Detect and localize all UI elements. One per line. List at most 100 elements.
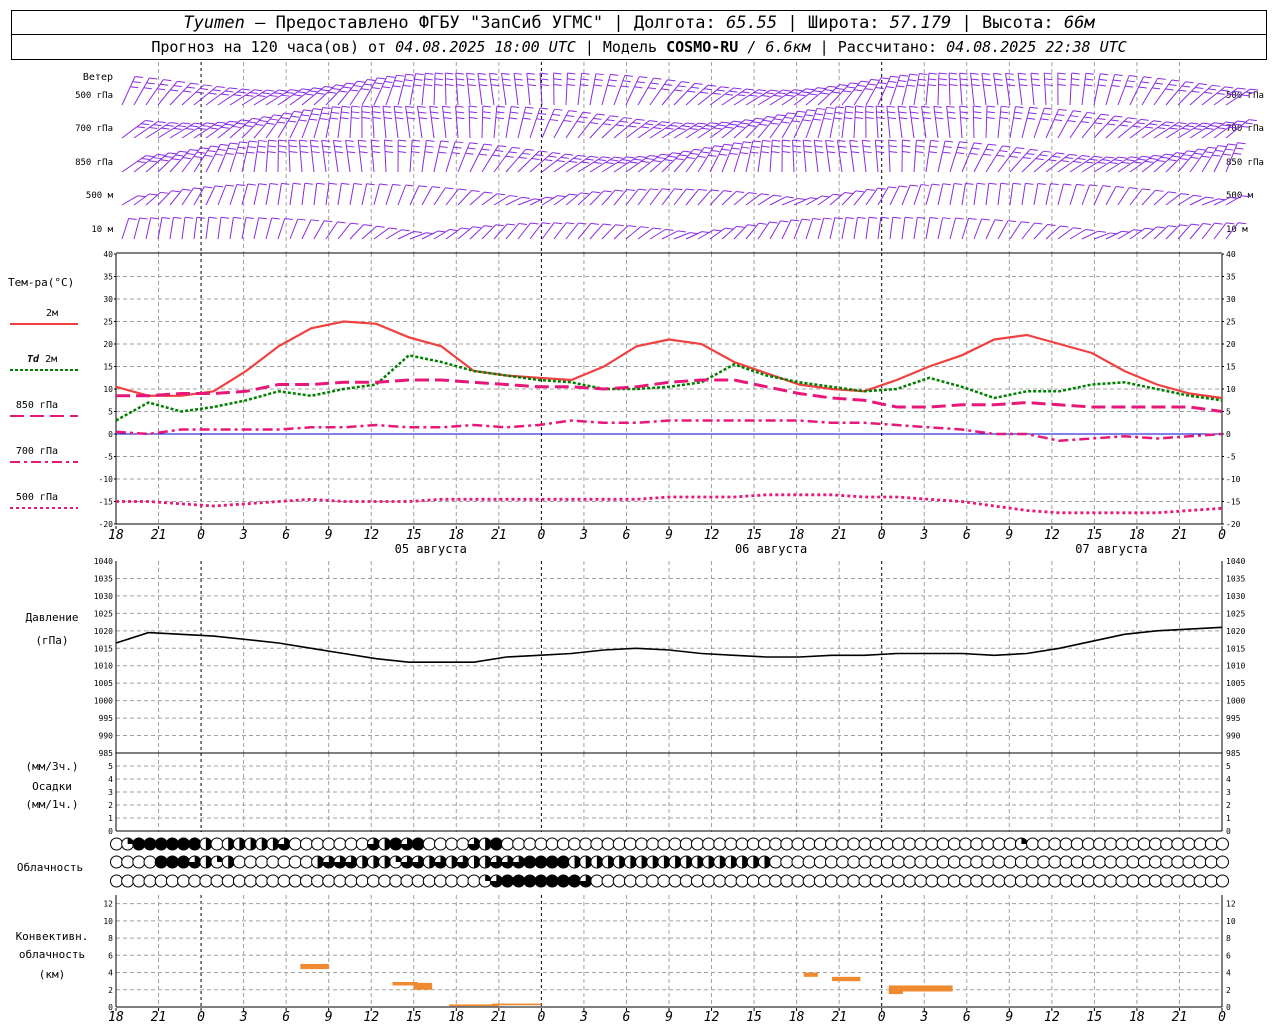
cloud-cell-fill: [501, 875, 514, 887]
wind-barb-feather: [471, 189, 480, 192]
wind-barb-feather: [328, 182, 338, 185]
wind-barb-feather: [823, 217, 832, 220]
temp-tick-right: 35: [1226, 273, 1236, 282]
cloud-cell: [992, 837, 1006, 851]
wind-barb-feather: [628, 125, 637, 128]
wind-barb-feather: [1114, 115, 1123, 118]
wind-barb-feather: [229, 120, 238, 123]
wind-barb: [145, 217, 152, 240]
wind-barb-feather: [857, 84, 866, 87]
wind-barb-feather: [342, 86, 351, 89]
wind-barb-feather: [887, 117, 897, 120]
wind-barb: [385, 184, 394, 206]
cloud-cell: [579, 837, 593, 851]
cloud-cell-fill: [535, 856, 548, 868]
cloud-cell: [802, 855, 816, 869]
wind-barb-feather: [1035, 158, 1044, 161]
wind-barb-feather: [514, 78, 523, 81]
cloud-cell: [970, 855, 984, 869]
wind-barb-feather: [1127, 117, 1136, 120]
wind-barb-feather: [1080, 121, 1090, 124]
wind-barb-feather: [268, 139, 277, 142]
date-label: 06 августа: [735, 542, 807, 556]
temp-tick-left: -15: [99, 498, 114, 507]
wind-barb-feather: [845, 217, 855, 220]
wind-barb-feather: [316, 182, 325, 185]
wind-barb: [277, 218, 286, 240]
cloud-cell: [746, 874, 760, 888]
wind-barb-feather: [322, 145, 331, 148]
wind-barb-feather: [266, 122, 275, 125]
wind-barb-feather: [1085, 78, 1094, 81]
wind-barb-feather: [439, 145, 448, 148]
wind-barb-feather: [850, 145, 859, 148]
time-label-top: 0: [197, 528, 205, 543]
wind-barb-feather: [994, 78, 1003, 81]
conv-tick-right: 6: [1226, 951, 1231, 960]
wind-barb-feather: [761, 145, 770, 148]
temp-tick-right: 0: [1226, 430, 1231, 439]
wind-barb-feather: [1089, 184, 1098, 187]
wind-level-label-left: 500 м: [86, 191, 114, 201]
time-label-bottom: 18: [789, 1010, 805, 1024]
wind-barb-feather: [815, 151, 824, 154]
cloud-cell: [1037, 837, 1051, 851]
conv-tick-right: 10: [1226, 917, 1236, 926]
wind-barb-feather: [443, 111, 452, 114]
wind-barb-feather: [708, 154, 717, 157]
wind-barb-feather: [1202, 223, 1211, 225]
wind-barb-feather: [928, 72, 938, 75]
cloud-cell-fill: [177, 838, 190, 850]
cloud-cell-fill: [155, 838, 168, 850]
wind-barb: [332, 140, 339, 173]
wind-barb-feather: [762, 139, 771, 142]
wind-barb-feather: [554, 222, 563, 225]
wind-barb-feather: [839, 84, 848, 87]
time-label-bottom: 18: [1129, 1010, 1145, 1024]
wind-barb-feather: [607, 84, 616, 87]
wind-barb-feather: [875, 145, 884, 148]
wind-barb-feather: [766, 116, 775, 118]
time-label-bottom: 12: [704, 1010, 720, 1024]
wind-barb: [913, 217, 918, 240]
wind-barb-feather: [723, 190, 732, 193]
wind-barb: [241, 183, 249, 206]
wind-barb: [288, 140, 291, 173]
wind-barb-feather: [491, 84, 500, 87]
wind-barb: [625, 226, 642, 240]
wind-barb: [805, 218, 814, 240]
wind-barb-feather: [456, 78, 465, 81]
wind-barb-feather: [629, 161, 638, 164]
wind-barb-feather: [467, 147, 476, 150]
wind-barb: [841, 80, 862, 106]
wind-barb-feather: [288, 139, 297, 142]
wind-barb-feather: [374, 82, 383, 85]
wind-barb-feather: [988, 143, 997, 146]
wind-barb: [1069, 229, 1086, 240]
wind-barb-feather: [1057, 84, 1066, 87]
wind-barb-feather: [453, 146, 462, 149]
wind-barb: [345, 140, 351, 173]
wind-barb: [313, 220, 325, 240]
wind-barb-feather: [765, 92, 775, 95]
wind-barb-feather: [1073, 160, 1082, 163]
cloud-cell: [936, 874, 950, 888]
wind-barb: [925, 140, 932, 173]
wind-barb-feather: [620, 85, 630, 88]
temp-tick-left: 0: [108, 430, 113, 439]
wind-barb-feather: [1132, 125, 1141, 128]
wind-barb-feather: [1029, 148, 1039, 151]
wind-barb-feather: [525, 148, 534, 151]
wind-barb-feather: [661, 88, 670, 91]
wind-barb: [301, 108, 314, 139]
cloud-cell: [288, 837, 302, 851]
wind-barb: [1045, 225, 1061, 240]
wind-barb-feather: [589, 122, 599, 125]
time-label-top: 12: [363, 528, 379, 543]
cloud-cell: [813, 837, 827, 851]
conv-tick-right: 8: [1226, 934, 1231, 943]
cloud-cell: [880, 837, 894, 851]
wind-barb-feather: [1113, 159, 1123, 162]
wind-barb-feather: [405, 184, 414, 187]
legend-label-t500: 500 гПа: [16, 492, 58, 503]
